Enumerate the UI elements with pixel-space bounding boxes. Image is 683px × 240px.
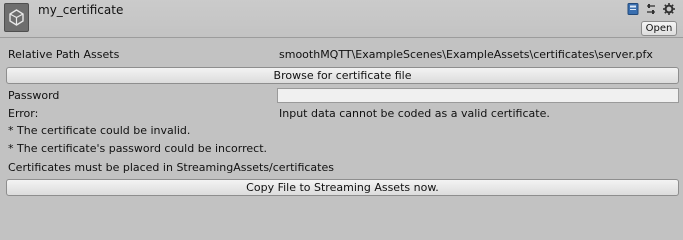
- relative-path-label: Relative Path Assets: [8, 48, 120, 61]
- note-invalid-certificate: * The certificate could be invalid.: [8, 124, 191, 137]
- placement-note: Certificates must be placed in Streaming…: [8, 161, 334, 174]
- password-field[interactable]: [277, 88, 679, 103]
- copy-to-streaming-assets-button[interactable]: Copy File to Streaming Assets now.: [6, 179, 679, 196]
- asset-title: my_certificate: [38, 3, 124, 17]
- unity-asset-icon: [4, 3, 29, 32]
- inspector-panel: my_certificate Open Relative Path Assets…: [0, 0, 683, 202]
- error-message: Input data cannot be coded as a valid ce…: [279, 107, 550, 120]
- error-label: Error:: [8, 107, 39, 120]
- header-icons: [617, 3, 677, 15]
- relative-path-value: smoothMQTT\ExampleScenes\ExampleAssets\c…: [279, 48, 653, 61]
- password-label: Password: [8, 89, 60, 102]
- note-incorrect-password: * The certificate's password could be in…: [8, 142, 267, 155]
- browse-certificate-button[interactable]: Browse for certificate file: [6, 67, 679, 84]
- inspector-header: my_certificate Open: [0, 0, 683, 38]
- preset-icon[interactable]: [645, 3, 657, 15]
- open-button[interactable]: Open: [641, 21, 677, 36]
- gear-icon[interactable]: [663, 3, 675, 15]
- book-icon[interactable]: [627, 3, 639, 15]
